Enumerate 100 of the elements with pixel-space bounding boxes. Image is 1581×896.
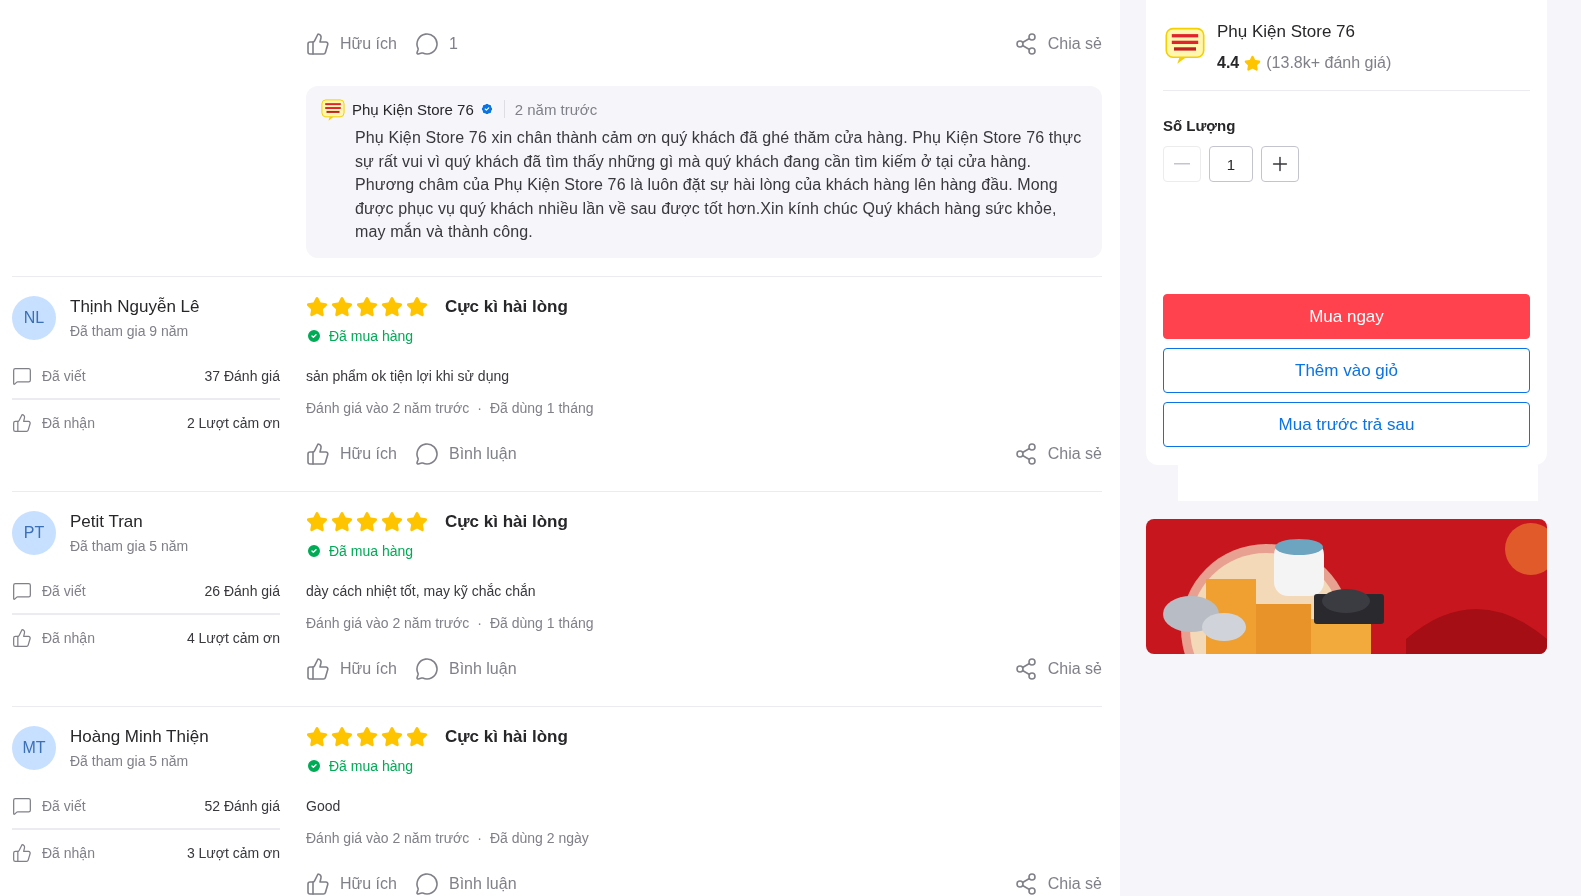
usage-duration: Đã dùng 2 ngày [489,829,589,846]
thumbs-up-icon [306,441,330,466]
helpful-button[interactable]: Hữu ích [306,871,397,896]
reply-time: 2 năm trước [514,100,598,118]
message-icon [12,365,32,386]
star-icon [381,510,403,533]
user-avatar: PT [12,510,56,555]
star-icon [406,295,428,318]
thumbs-up-icon [306,871,330,896]
stat-label: Đã nhận [12,842,95,863]
thumbs-up-icon [12,842,32,863]
share-button[interactable]: Chia sẻ [1013,871,1102,896]
purchased-label: Đã mua hàng [306,542,1102,559]
message-icon [12,580,32,601]
rating-label: Cực kì hài lòng [445,511,568,532]
add-to-cart-button[interactable]: Thêm vào giỏ [1163,348,1530,393]
star-icon [306,295,328,318]
star-icon [381,725,403,748]
stat-label: Đã viết [12,795,86,816]
pay-later-button[interactable]: Mua trước trả sau [1163,402,1530,447]
check-circle-icon [306,327,322,344]
share-icon [1013,32,1038,56]
reply-text: Phụ Kiện Store 76 xin chân thành cảm ơn quý khách đã ghé thăm cửa hàng. Phụ Kiện Store 76 thực sự rất vui vì quý khách đã tìm thấy những gì mà quý khách đang cần tìm kiếm ở tại cửa hàng. Phương châm của Phụ Kiện Store 76 là luôn đặt sự hài lòng của khách hàng lên hàng đầu. Mong được phục vụ quý khách nhiều lần về sau được tốt hơn.Xin kính chúc Quý khách hàng sức khỏe, may mắn và thành công. [354,128,1083,242]
purchased-label: Đã mua hàng [306,327,1102,344]
star-icon [356,510,378,533]
helpful-button[interactable]: Hữu ích [306,441,397,466]
usage-duration: Đã dùng 1 tháng [489,399,594,416]
quantity-field[interactable]: 1 [1209,146,1253,182]
thumbs-up-icon [12,412,32,433]
share-icon [1013,441,1038,466]
star-icon [331,510,353,533]
check-circle-icon [306,757,322,774]
stat-value: 2 Lượt cảm ơn [186,414,280,431]
review-date: Đánh giá vào 2 năm trước [306,399,470,416]
separator-dot: · [477,399,482,416]
separator-dot: · [477,829,482,846]
user-name: Petit Tran [70,511,144,532]
comment-button[interactable]: 1 [414,32,458,56]
joined-text: Đã tham gia 9 năm [70,322,190,339]
comment-button[interactable]: Bình luận [414,871,517,896]
star-icon [406,725,428,748]
stat-value: 37 Đánh giá [204,367,280,384]
message-icon [12,795,32,816]
review-text: dày cách nhiệt tốt, may kỹ chắc chắn [306,582,537,599]
purchased-label: Đã mua hàng [306,757,1102,774]
star-icon [306,510,328,533]
minus-icon [1174,163,1190,165]
stat-label: Đã nhận [12,627,95,648]
stat-label: Đã viết [12,580,86,601]
star-icon [1244,54,1262,72]
review-date: Đánh giá vào 2 năm trước [306,829,470,846]
user-name: Hoàng Minh Thiện [70,726,209,747]
increase-button[interactable] [1261,146,1299,182]
stat-label: Đã viết [12,365,86,386]
review-text: Good [306,797,342,814]
comment-button[interactable]: Bình luận [414,441,517,466]
star-icon [381,295,403,318]
joined-text: Đã tham gia 5 năm [70,752,190,769]
user-avatar: NL [12,295,56,340]
comment-icon [414,871,439,896]
stat-label: Đã nhận [12,412,95,433]
quantity-label: Số Lượng [1163,117,1237,134]
share-icon [1013,656,1038,681]
thumbs-up-icon [306,32,330,56]
stat-value: 4 Lượt cảm ơn [186,629,280,646]
star-icon [356,725,378,748]
share-button[interactable]: Chia sẻ [1013,441,1102,466]
comment-icon [414,656,439,681]
star-icon [331,295,353,318]
shop-name[interactable]: Phụ Kiện Store 76 [1217,22,1392,42]
share-icon [1013,871,1038,896]
review-text: sản phẩm ok tiện lợi khi sử dụng [306,367,510,384]
stat-value: 52 Đánh giá [204,797,280,814]
stat-value: 3 Lượt cảm ơn [186,844,280,861]
review-count: (13.8k+ đánh giá) [1266,54,1392,72]
share-button[interactable]: Chia sẻ [1013,32,1102,56]
user-avatar: MT [12,725,56,770]
shop-rating: 4.4 [1217,54,1240,72]
star-icon [331,725,353,748]
seller-name: Phụ Kiện Store 76 [352,100,474,118]
share-button[interactable]: Chia sẻ [1013,656,1102,681]
buy-now-button[interactable]: Mua ngay [1163,294,1530,339]
check-circle-icon [306,542,322,559]
comment-button[interactable]: Bình luận [414,656,517,681]
joined-text: Đã tham gia 5 năm [70,537,189,554]
review-date: Đánh giá vào 2 năm trước [306,614,470,631]
separator-dot: · [477,614,482,631]
user-name: Thịnh Nguyễn Lê [70,296,200,317]
thumbs-up-icon [306,656,330,681]
rating-label: Cực kì hài lòng [445,726,568,747]
usage-duration: Đã dùng 1 tháng [489,614,594,631]
star-icon [306,725,328,748]
helpful-button[interactable]: Hữu ích [306,656,397,681]
thumbs-up-icon [12,627,32,648]
stat-value: 26 Đánh giá [204,582,280,599]
store-logo-icon [320,96,346,122]
helpful-button[interactable]: Hữu ích [306,32,397,56]
comment-icon [414,32,439,56]
rating-label: Cực kì hài lòng [445,296,568,317]
star-icon [356,295,378,318]
